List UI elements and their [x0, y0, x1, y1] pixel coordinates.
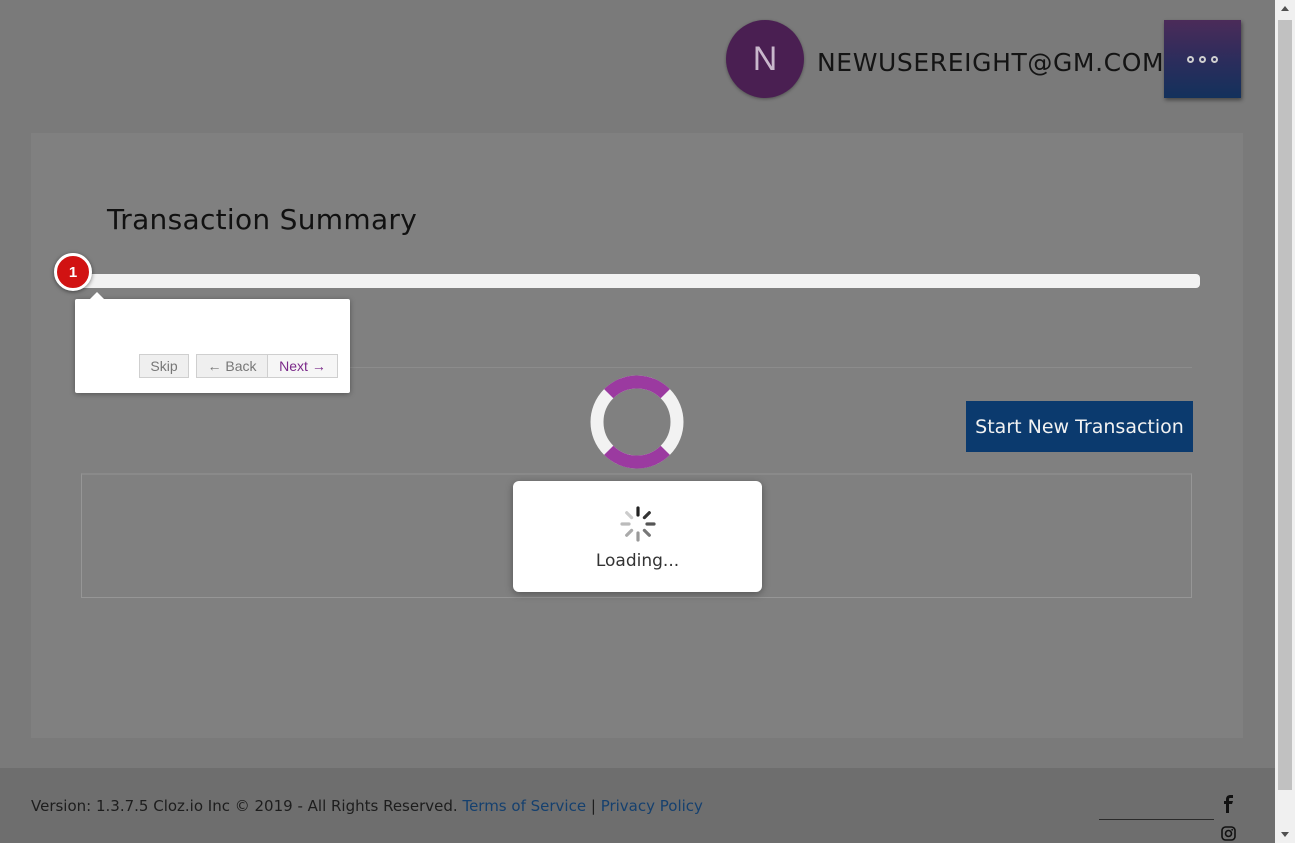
page-title: Transaction Summary: [107, 203, 418, 236]
spinner-icon: [620, 506, 656, 542]
start-new-transaction-button[interactable]: Start New Transaction: [966, 401, 1193, 452]
version-text: Version: 1.3.7.5 Cloz.io Inc © 2019 - Al…: [31, 797, 458, 815]
avatar-initial: N: [752, 39, 778, 78]
vertical-scrollbar[interactable]: [1275, 0, 1295, 843]
page-background: N NEWUSEREIGHT@GM.COM Transaction Summar…: [0, 0, 1275, 843]
loading-dialog: Loading...: [513, 481, 762, 592]
terms-of-service-link[interactable]: Terms of Service: [462, 797, 586, 815]
more-menu-button[interactable]: [1164, 20, 1241, 98]
tour-popover: Skip ← Back Next →: [75, 292, 350, 393]
scrollbar-thumb[interactable]: [1278, 20, 1292, 790]
facebook-icon[interactable]: [1222, 795, 1234, 813]
tour-step-badge: 1: [54, 253, 92, 291]
loading-text: Loading...: [595, 551, 680, 571]
footer-divider: [1099, 819, 1214, 820]
tour-next-button[interactable]: Next →: [267, 354, 338, 378]
more-dots-icon: [1211, 55, 1218, 63]
avatar[interactable]: N: [726, 20, 804, 98]
more-dots-icon: [1199, 55, 1206, 63]
scroll-up-arrow-icon[interactable]: [1275, 0, 1295, 17]
user-email: NEWUSEREIGHT@GM.COM: [817, 48, 1165, 77]
loading-ring-icon: [590, 375, 684, 469]
popover-arrow: [89, 292, 105, 300]
footer-info: Version: 1.3.7.5 Cloz.io Inc © 2019 - Al…: [31, 797, 703, 815]
instagram-icon[interactable]: [1221, 826, 1236, 841]
progress-track: [80, 274, 1200, 288]
footer-separator: |: [590, 797, 596, 815]
tour-back-button[interactable]: ← Back: [196, 354, 268, 378]
more-dots-icon: [1187, 55, 1194, 63]
privacy-policy-link[interactable]: Privacy Policy: [601, 797, 703, 815]
scroll-down-arrow-icon[interactable]: [1275, 826, 1295, 843]
tour-skip-button[interactable]: Skip: [139, 354, 189, 378]
